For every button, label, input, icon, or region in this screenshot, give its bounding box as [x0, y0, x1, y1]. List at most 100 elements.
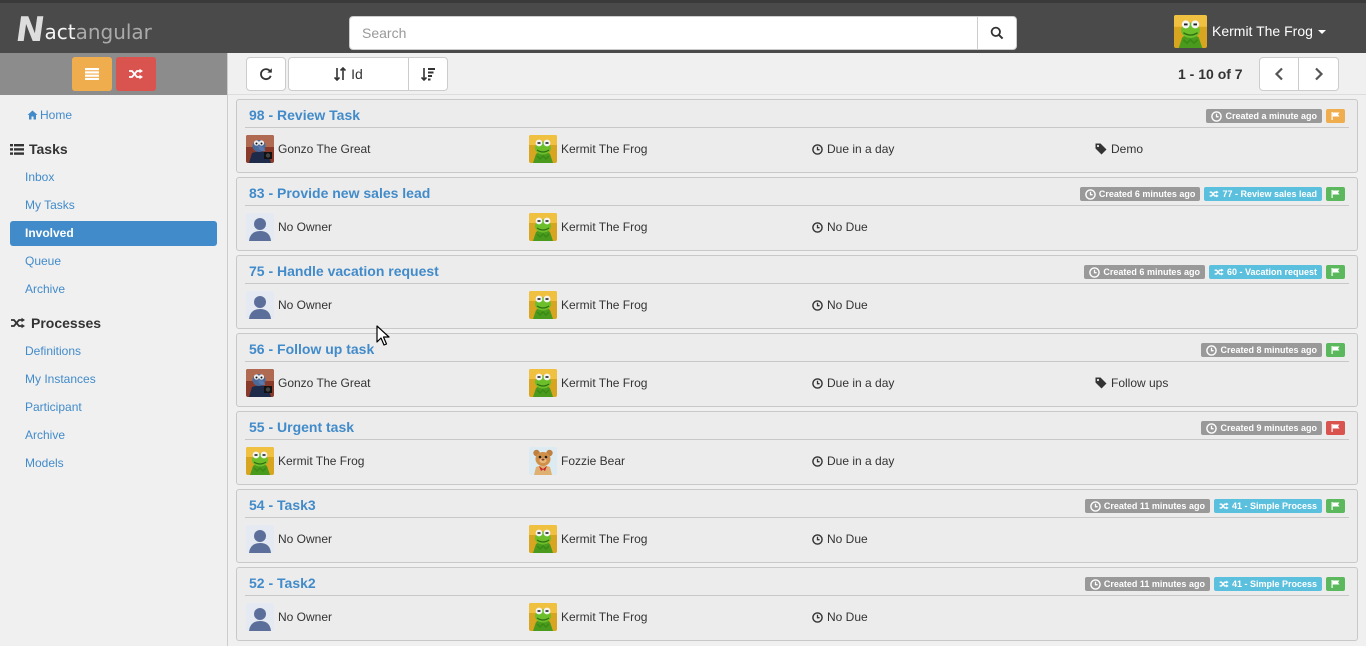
task-owner: Kermit The Frog: [246, 447, 364, 475]
task-title-link[interactable]: 56 - Follow up task: [249, 341, 374, 357]
process-badge[interactable]: 41 - Simple Process: [1213, 577, 1322, 591]
sidebar-item-inbox[interactable]: Inbox: [0, 163, 227, 191]
process-badge[interactable]: 60 - Vacation request: [1208, 265, 1322, 279]
sidebar-item-definitions[interactable]: Definitions: [0, 337, 227, 365]
task-assignee: Kermit The Frog: [529, 603, 647, 631]
random-icon: [128, 68, 143, 80]
task-owner: No Owner: [246, 291, 332, 319]
tasks-list-icon: [10, 143, 24, 155]
flag-icon: [1331, 424, 1340, 432]
created-badge: Created 8 minutes ago: [1201, 343, 1322, 357]
clock-icon: [812, 299, 823, 311]
clock-icon: [1085, 188, 1096, 200]
task-title-link[interactable]: 83 - Provide new sales lead: [249, 185, 430, 201]
flag-icon: [1331, 580, 1340, 588]
sidebar-item-process-archive[interactable]: Archive: [0, 421, 227, 449]
refresh-group: [246, 57, 286, 91]
search-button[interactable]: [977, 16, 1017, 50]
sidebar-item-home[interactable]: Home: [0, 101, 227, 129]
sidebar-header-processes: Processes: [0, 309, 227, 337]
task-card[interactable]: 56 - Follow up task Created 8 minutes ago…: [236, 333, 1358, 407]
process-badge[interactable]: 77 - Review sales lead: [1204, 187, 1322, 201]
sort-field-button[interactable]: Id: [288, 57, 409, 91]
sort-group: Id: [288, 57, 448, 91]
sidebar-item-involved[interactable]: Involved: [10, 221, 217, 246]
created-badge: Created 11 minutes ago: [1084, 577, 1210, 591]
process-badge[interactable]: 41 - Simple Process: [1213, 499, 1322, 513]
task-labels: Created 6 minutes ago 60 - Vacation reque…: [1084, 265, 1345, 279]
sort-order-button[interactable]: [409, 57, 448, 91]
task-card[interactable]: 75 - Handle vacation request Created 6 mi…: [236, 255, 1358, 329]
prev-page-button[interactable]: [1259, 57, 1299, 91]
sidebar-item-archive[interactable]: Archive: [0, 275, 227, 303]
task-card[interactable]: 52 - Task2 Created 11 minutes ago 41 - Sim…: [236, 567, 1358, 641]
processes-view-button[interactable]: [115, 57, 156, 91]
task-due: No Due: [812, 603, 868, 631]
sidebar-toolbar: [0, 53, 227, 95]
task-assignee: Kermit The Frog: [529, 369, 647, 397]
task-divider: [245, 127, 1349, 128]
task-labels: Created a minute ago: [1206, 109, 1345, 123]
task-title-link[interactable]: 98 - Review Task: [249, 107, 360, 123]
task-card[interactable]: 54 - Task3 Created 11 minutes ago 41 - Sim…: [236, 489, 1358, 563]
task-title-link[interactable]: 75 - Handle vacation request: [249, 263, 439, 279]
refresh-icon: [260, 68, 272, 80]
task-title-link[interactable]: 52 - Task2: [249, 575, 316, 591]
owner-avatar: [246, 291, 274, 319]
created-badge: Created 11 minutes ago: [1084, 499, 1210, 513]
sort-amount-desc-icon: [421, 68, 435, 81]
clock-icon: [1090, 578, 1101, 590]
task-divider: [245, 595, 1349, 596]
clock-icon: [1090, 500, 1101, 512]
pager-group: [1259, 57, 1339, 91]
task-labels: Created 11 minutes ago 41 - Simple Proces…: [1084, 499, 1345, 513]
list-icon: [84, 68, 99, 80]
task-due: No Due: [812, 213, 868, 241]
task-title-link[interactable]: 55 - Urgent task: [249, 419, 354, 435]
clock-icon: [812, 221, 823, 233]
random-icon: [1219, 502, 1229, 510]
brand-logo-mark: N: [13, 10, 46, 50]
tasks-view-button[interactable]: [71, 57, 112, 91]
search-bar: [349, 16, 1017, 50]
priority-flag: [1326, 343, 1345, 357]
task-card[interactable]: 98 - Review Task Created a minute ago Gonz…: [236, 99, 1358, 173]
task-assignee: Fozzie Bear: [529, 447, 625, 475]
search-input[interactable]: [349, 16, 977, 50]
task-title-link[interactable]: 54 - Task3: [249, 497, 316, 513]
task-card[interactable]: 55 - Urgent task Created 9 minutes ago Ker…: [236, 411, 1358, 485]
sidebar-item-participant[interactable]: Participant: [0, 393, 227, 421]
created-badge: Created a minute ago: [1206, 109, 1322, 123]
created-badge: Created 6 minutes ago: [1079, 187, 1201, 201]
task-divider: [245, 283, 1349, 284]
sidebar-item-queue[interactable]: Queue: [0, 247, 227, 275]
tag-icon: [1095, 377, 1107, 389]
random-icon: [1219, 580, 1229, 588]
next-page-button[interactable]: [1299, 57, 1339, 91]
user-menu[interactable]: Kermit The Frog: [1174, 14, 1326, 48]
clock-icon: [812, 455, 823, 467]
task-assignee: Kermit The Frog: [529, 213, 647, 241]
flag-icon: [1331, 190, 1340, 198]
owner-avatar: [246, 135, 274, 163]
task-due: Due in a day: [812, 369, 894, 397]
tag-icon: [1095, 143, 1107, 155]
sidebar-item-my-instances[interactable]: My Instances: [0, 365, 227, 393]
owner-avatar: [246, 447, 274, 475]
task-card[interactable]: 83 - Provide new sales lead Created 6 min…: [236, 177, 1358, 251]
random-icon: [1210, 190, 1220, 198]
clock-icon: [1089, 266, 1101, 278]
task-divider: [245, 205, 1349, 206]
sidebar-item-models[interactable]: Models: [0, 449, 227, 477]
task-due: Due in a day: [812, 135, 894, 163]
task-due: No Due: [812, 291, 868, 319]
random-icon: [1214, 268, 1224, 276]
sidebar-item-my-tasks[interactable]: My Tasks: [0, 191, 227, 219]
brand-logo[interactable]: N actangular: [13, 10, 152, 50]
clock-icon: [1211, 110, 1223, 122]
assignee-avatar: [529, 135, 557, 163]
main-toolbar: Id 1 - 10 of 7: [228, 53, 1366, 95]
flag-icon: [1331, 112, 1340, 120]
owner-avatar: [246, 603, 274, 631]
refresh-button[interactable]: [246, 57, 286, 91]
